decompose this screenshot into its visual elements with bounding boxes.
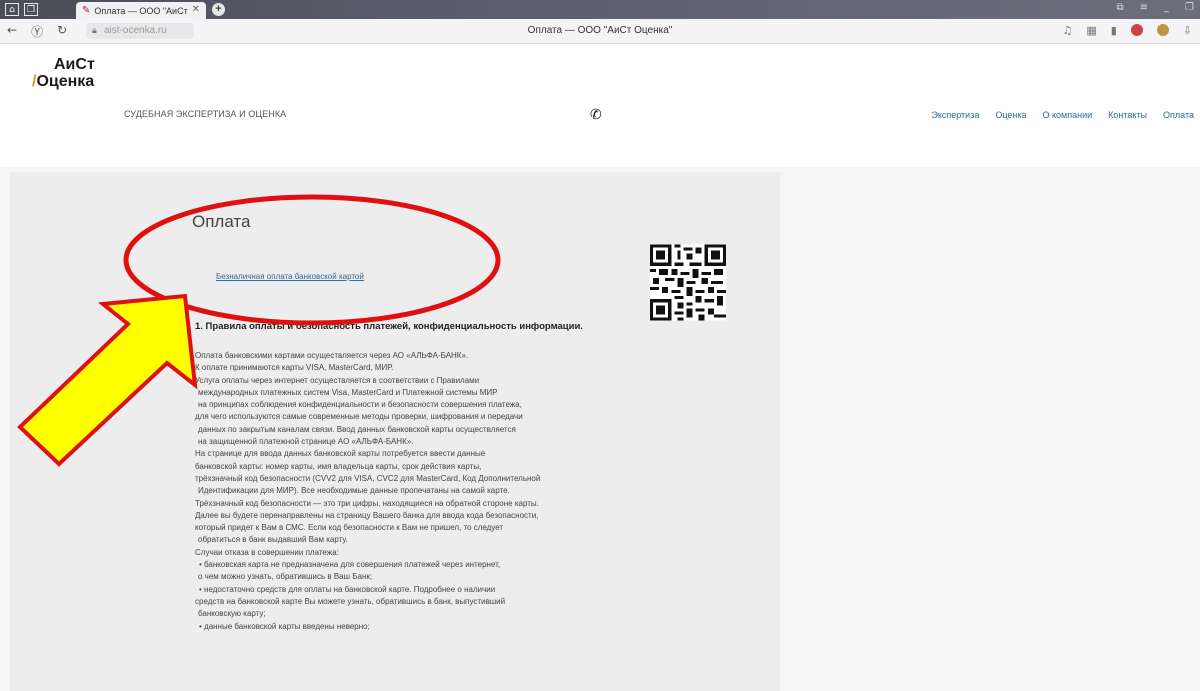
- text-line: трёхзначный код безопасности (CVV2 для V…: [195, 473, 541, 483]
- logo-line-2: /Оценка: [32, 73, 95, 90]
- text-line: Трёхзначный код безопасности — это три ц…: [195, 498, 539, 508]
- text-line: Далее вы будете перенаправлены на страни…: [195, 510, 539, 520]
- menu-item-valuation[interactable]: Оценка: [995, 110, 1026, 120]
- text-line: К оплате принимаются карты VISA, MasterC…: [195, 363, 394, 373]
- text-line: обратиться в банк выдавший Вам карту.: [198, 535, 348, 545]
- browser-tab-active[interactable]: ✎ Оплата — ООО "АиСт ✕: [76, 2, 206, 19]
- site-favicon-icon: ✎: [82, 5, 91, 16]
- menu-item-expertise[interactable]: Экспертиза: [931, 110, 979, 120]
- sidebar: [781, 172, 1194, 691]
- text-line: банковскую карту;: [198, 609, 266, 619]
- reader-icon[interactable]: ▦: [1086, 24, 1096, 37]
- text-line: средств на банковской карте Вы можете уз…: [195, 596, 506, 606]
- tab-title: Оплата — ООО "АиСт: [94, 5, 188, 16]
- site-logo[interactable]: АиСт /Оценка: [32, 56, 95, 90]
- minimize-icon[interactable]: _: [1164, 2, 1169, 13]
- tab-close-icon[interactable]: ✕: [192, 4, 200, 15]
- qr-code: [650, 244, 726, 321]
- text-line: Услуга оплаты через интернет осуществляе…: [195, 375, 480, 385]
- text-line: международных платежных систем Visa, Mas…: [198, 387, 498, 397]
- page-title: Оплата: [192, 212, 251, 231]
- headphones-icon[interactable]: ♫: [1062, 24, 1072, 37]
- payment-rules-text: Оплата банковскими картами осуществляетс…: [195, 350, 615, 633]
- browser-tab-bar: ⌂ ❐ ✎ Оплата — ООО "АиСт ✕ + ⧉ ≡ _ ❐: [0, 0, 1200, 19]
- window-controls: ⧉ ≡ _ ❐: [1117, 2, 1195, 13]
- windows-icon[interactable]: ❐: [24, 3, 38, 16]
- main-menu: Экспертиза Оценка О компании Контакты Оп…: [931, 110, 1194, 120]
- text-line: который придет к Вам в СМС. Если код без…: [195, 523, 504, 533]
- card-payment-link[interactable]: Безналичная оплата банковской картой: [216, 272, 364, 281]
- list-item: • недостаточно средств для оплаты на бан…: [199, 584, 496, 594]
- toolbar-right: ♫ ▦ ▮ ⇩: [1062, 24, 1192, 37]
- extension-icon[interactable]: [1130, 24, 1143, 36]
- text-line: на защищенной платежной странице АО «АЛЬ…: [198, 437, 414, 447]
- page-title-bar: Оплата — ООО "АиСт Оценка": [527, 25, 673, 36]
- text-line: Случаи отказа в совершении платежа:: [195, 547, 339, 557]
- collections-icon[interactable]: ⧉: [1117, 2, 1124, 13]
- menu-item-payment[interactable]: Оплата: [1163, 110, 1194, 120]
- address-bar-row: ← Ⓨ ↻ 🔒︎ aist-ocenka.ru Оплата — ООО "Аи…: [0, 19, 1200, 44]
- menu-icon[interactable]: ≡: [1140, 2, 1148, 13]
- new-tab-button[interactable]: +: [212, 3, 225, 16]
- text-line: на принципах соблюдения конфиденциальнос…: [198, 400, 522, 410]
- restore-icon[interactable]: ❐: [1185, 2, 1194, 13]
- bookmark-icon[interactable]: ▮: [1111, 24, 1117, 37]
- profile-avatar[interactable]: [1156, 24, 1169, 36]
- text-line: На странице для ввода данных банковской …: [195, 449, 486, 459]
- text-line: Идентификации для МИР). Все необходимые …: [198, 486, 510, 496]
- logo-line-2-text: Оценка: [36, 73, 95, 90]
- text-line: банковской карты: номер карты, имя владе…: [195, 461, 482, 471]
- home-icon[interactable]: ⌂: [5, 3, 19, 16]
- list-item: • данные банковской карты введены неверн…: [199, 621, 370, 631]
- text-line: о чем можно узнать, обратившись в Ваш Ба…: [198, 572, 373, 582]
- site-tagline: СУДЕБНАЯ ЭКСПЕРТИЗА И ОЦЕНКА: [124, 109, 287, 119]
- menu-item-about[interactable]: О компании: [1043, 110, 1093, 120]
- downloads-icon[interactable]: ⇩: [1183, 24, 1192, 37]
- list-item: • банковская карта не предназначена для …: [199, 560, 501, 570]
- text-line: для чего используются самые современные …: [195, 412, 523, 422]
- text-line: данных по закрытым каналам связи. Ввод д…: [198, 424, 516, 434]
- site-header: [0, 44, 1200, 154]
- section-heading: 1. Правила оплаты и безопасность платеже…: [195, 321, 583, 332]
- phone-icon[interactable]: ✆: [590, 107, 602, 123]
- menu-item-contacts[interactable]: Контакты: [1108, 110, 1147, 120]
- text-line: Оплата банковскими картами осуществляетс…: [195, 351, 469, 360]
- logo-line-1: АиСт: [54, 56, 95, 73]
